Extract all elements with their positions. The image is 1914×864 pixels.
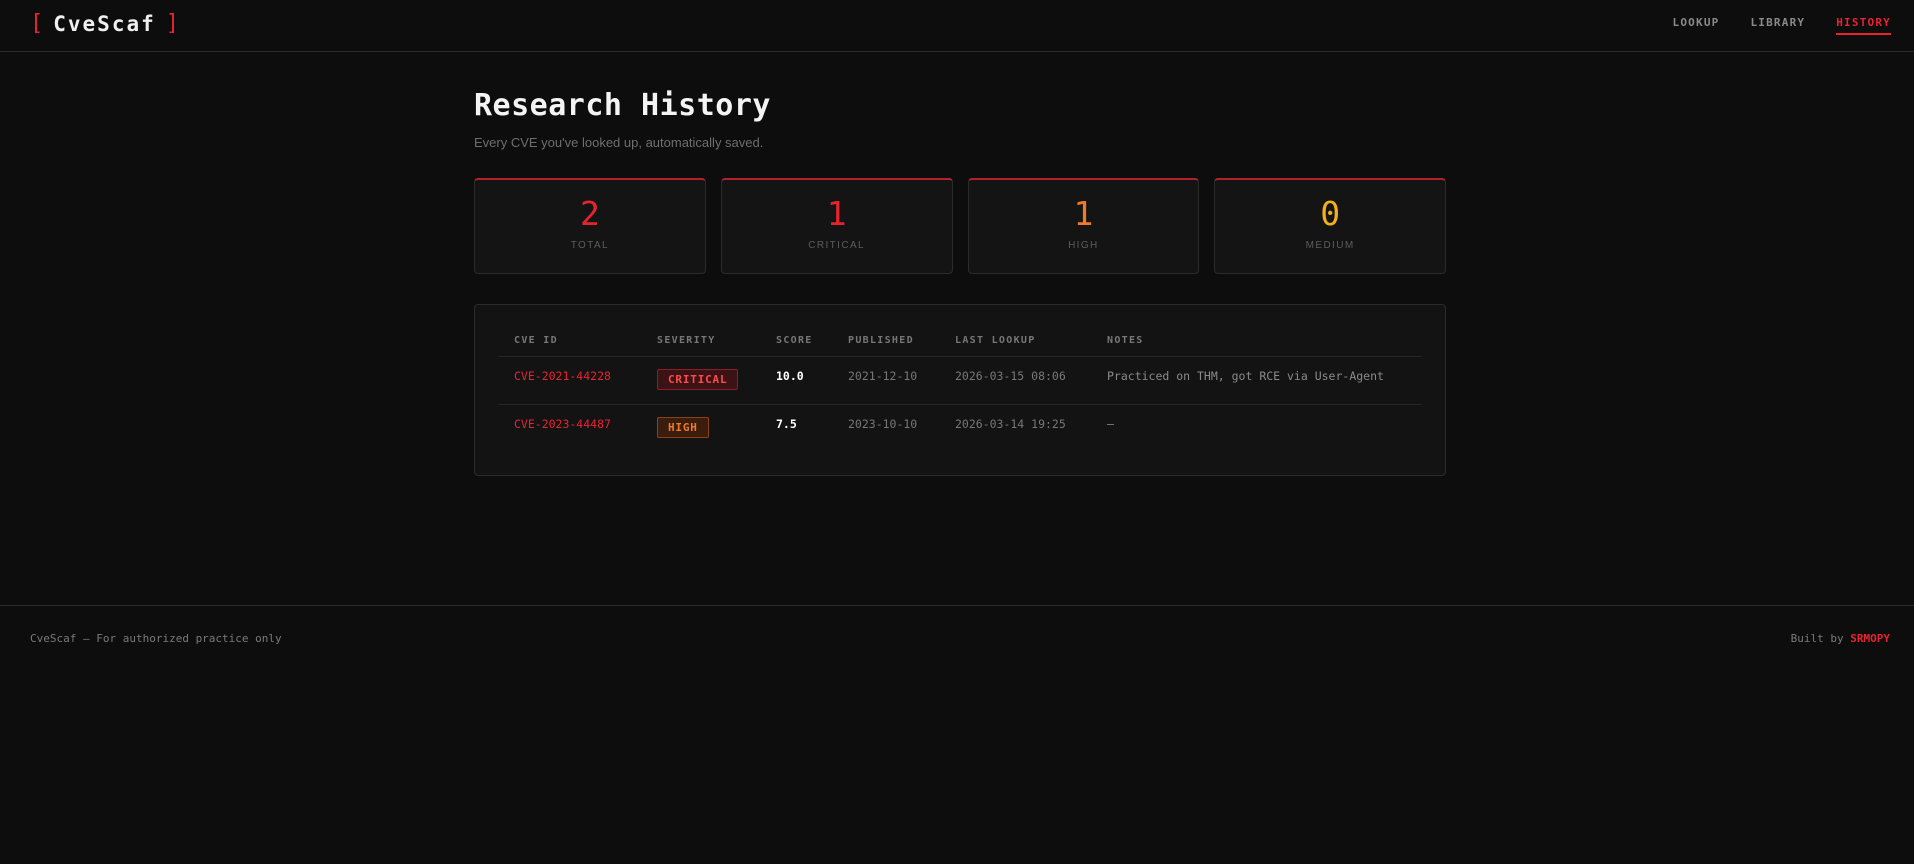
page-subtitle: Every CVE you've looked up, automaticall… [474, 135, 764, 150]
stat-card-total: 2 TOTAL [474, 178, 706, 274]
stat-total-label: TOTAL [570, 240, 610, 251]
footer-built-by: Built by [1790, 632, 1844, 645]
top-navbar: [ CveScaf ] LOOKUP LIBRARY HISTORY [0, 0, 1914, 52]
col-header-score[interactable]: SCORE [760, 335, 832, 357]
app-logo[interactable]: [ CveScaf ] [30, 11, 179, 36]
cve-id-link[interactable]: CVE-2023-44487 [498, 404, 641, 452]
main-content: Research History Every CVE you've looked… [474, 88, 1446, 476]
stat-high-label: HIGH [1068, 240, 1099, 251]
nav-library[interactable]: LIBRARY [1750, 16, 1805, 35]
published-cell: 2023-10-10 [832, 404, 939, 452]
history-table: CVE ID SEVERITY SCORE PUBLISHED LAST LOO… [498, 335, 1422, 452]
col-header-notes[interactable]: NOTES [1091, 335, 1422, 357]
logo-bracket-open: [ [30, 11, 44, 36]
stat-medium-value: 0 [1320, 194, 1341, 233]
published-cell: 2021-12-10 [832, 356, 939, 405]
main-nav: LOOKUP LIBRARY HISTORY [1673, 16, 1891, 35]
stat-high-value: 1 [1073, 194, 1094, 233]
nav-history[interactable]: HISTORY [1836, 16, 1891, 35]
severity-cell: HIGH [641, 404, 760, 452]
last-lookup-cell: 2026-03-14 19:25 [939, 404, 1091, 452]
notes-cell[interactable]: — [1091, 404, 1422, 452]
history-table-card: CVE ID SEVERITY SCORE PUBLISHED LAST LOO… [474, 304, 1446, 476]
stat-card-critical: 1 CRITICAL [720, 178, 953, 274]
stat-card-medium: 0 MEDIUM [1214, 178, 1446, 274]
severity-badge: CRITICAL [657, 369, 739, 390]
footer-credit: Built by SRMOPY [1791, 632, 1890, 645]
stat-total-value: 2 [579, 194, 600, 233]
stat-card-high: 1 HIGH [967, 178, 1200, 274]
score-cell: 7.5 [760, 404, 832, 452]
cve-id-link[interactable]: CVE-2021-44228 [498, 356, 641, 405]
table-header-row: CVE ID SEVERITY SCORE PUBLISHED LAST LOO… [498, 335, 1422, 357]
logo-text: CveScaf [53, 11, 156, 36]
col-header-cve-id[interactable]: CVE ID [498, 335, 641, 357]
last-lookup-cell: 2026-03-15 08:06 [939, 356, 1091, 405]
col-header-published[interactable]: PUBLISHED [832, 335, 939, 357]
logo-bracket-close: ] [165, 11, 180, 36]
stat-critical-value: 1 [826, 194, 847, 233]
stats-row: 2 TOTAL 1 CRITICAL 1 HIGH 0 MEDIUM [474, 178, 1446, 274]
table-row[interactable]: CVE-2023-44487 HIGH 7.5 2023-10-10 2026-… [498, 404, 1422, 452]
severity-cell: CRITICAL [641, 356, 760, 405]
nav-lookup[interactable]: LOOKUP [1673, 16, 1720, 35]
notes-cell[interactable]: Practiced on THM, got RCE via User-Agent [1091, 356, 1422, 405]
footer-author-link[interactable]: SRMOPY [1850, 632, 1890, 645]
stat-critical-label: CRITICAL [808, 240, 865, 251]
page-title: Research History [474, 88, 771, 123]
table-row[interactable]: CVE-2021-44228 CRITICAL 10.0 2021-12-10 … [498, 356, 1422, 405]
score-cell: 10.0 [760, 356, 832, 405]
severity-badge: HIGH [657, 417, 709, 438]
footer-disclaimer: CveScaf — For authorized practice only [30, 632, 282, 645]
col-header-last-lookup[interactable]: LAST LOOKUP [939, 335, 1091, 357]
col-header-severity[interactable]: SEVERITY [641, 335, 760, 357]
page: [ CveScaf ] LOOKUP LIBRARY HISTORY Resea… [0, 0, 1914, 864]
page-footer: CveScaf — For authorized practice only B… [0, 605, 1914, 864]
stat-medium-label: MEDIUM [1305, 240, 1355, 251]
